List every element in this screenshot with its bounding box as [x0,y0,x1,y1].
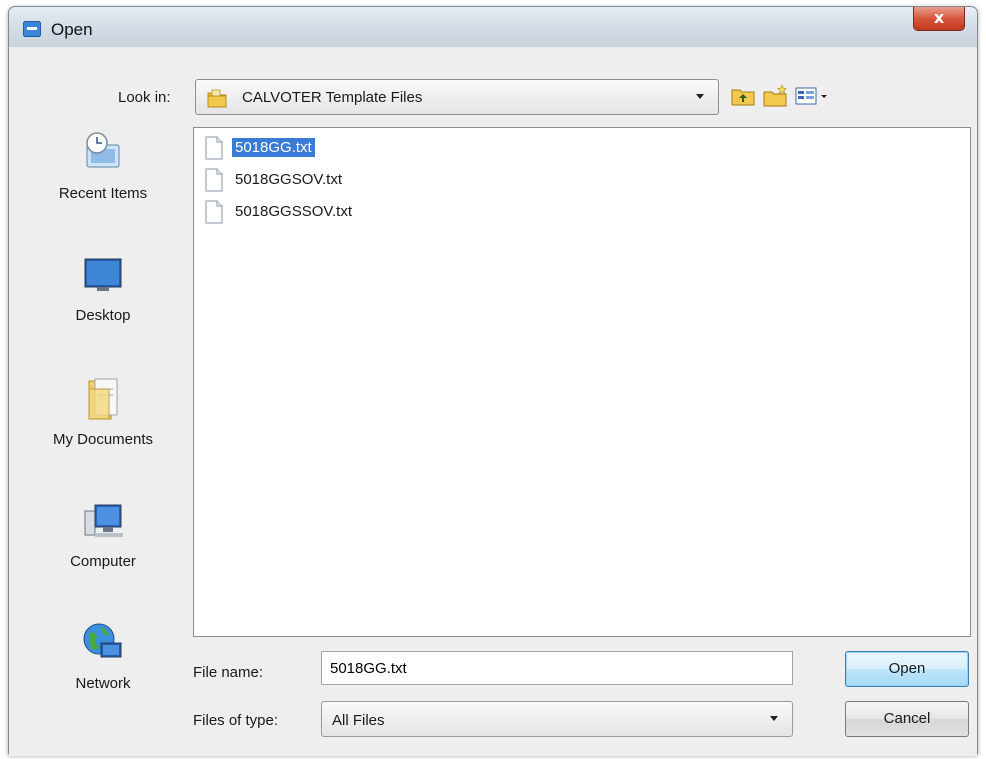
look-in-dropdown[interactable]: CALVOTER Template Files [195,79,719,115]
dialog-body: Look in: CALVOTER Template Files Recent … [9,47,977,756]
file-list[interactable]: 5018GG.txt 5018GGSOV.txt 5018GGSSOV.txt [193,127,971,637]
file-item[interactable]: 5018GGSOV.txt [202,166,502,192]
place-network[interactable]: Network [17,619,189,729]
computer-icon [84,504,123,537]
open-dialog: Open x Look in: CALVOTER Template Files [8,6,978,756]
text-file-icon [205,136,223,160]
file-item[interactable]: 5018GGSSOV.txt [202,198,502,224]
file-name: 5018GGSOV.txt [235,171,343,188]
new-folder-icon[interactable] [761,83,789,109]
folder-icon [207,89,227,108]
place-label: My Documents [52,431,154,448]
chevron-down-icon [696,94,704,99]
files-of-type-dropdown[interactable]: All Files [321,701,793,737]
file-name-input[interactable] [321,651,793,685]
look-in-label: Look in: [118,89,171,106]
file-name: 5018GGSSOV.txt [235,203,353,220]
place-desktop[interactable]: Desktop [17,251,189,361]
file-item[interactable]: 5018GG.txt [202,134,502,160]
close-button[interactable]: x [913,7,965,31]
place-label: Computer [70,553,136,570]
place-recent-items[interactable]: Recent Items [17,129,189,239]
my-documents-icon [88,378,118,420]
place-label: Recent Items [58,185,148,202]
place-label: Network [75,675,131,692]
place-label: Desktop [75,307,131,324]
text-file-icon [205,168,223,192]
title-bar[interactable]: Open x [9,7,977,47]
places-bar: Recent Items Desktop My Documents Comput… [17,129,189,749]
file-name-label: File name: [193,664,264,681]
network-icon [83,623,122,658]
place-my-documents[interactable]: My Documents [17,375,189,485]
file-name: 5018GG.txt [232,138,315,157]
view-menu-icon[interactable] [793,83,831,109]
cancel-button[interactable]: Cancel [845,701,969,737]
open-button[interactable]: Open [845,651,969,687]
text-file-icon [205,200,223,224]
chevron-down-icon [770,716,778,721]
recent-items-icon [86,132,120,168]
dialog-title: Open [51,20,93,39]
files-of-type-label: Files of type: [193,712,279,729]
up-folder-icon[interactable] [729,83,757,109]
files-of-type-value: All Files [332,712,385,729]
place-computer[interactable]: Computer [17,497,189,607]
desktop-icon [84,258,122,291]
dialog-app-icon [23,21,41,37]
look-in-value: CALVOTER Template Files [242,89,423,106]
